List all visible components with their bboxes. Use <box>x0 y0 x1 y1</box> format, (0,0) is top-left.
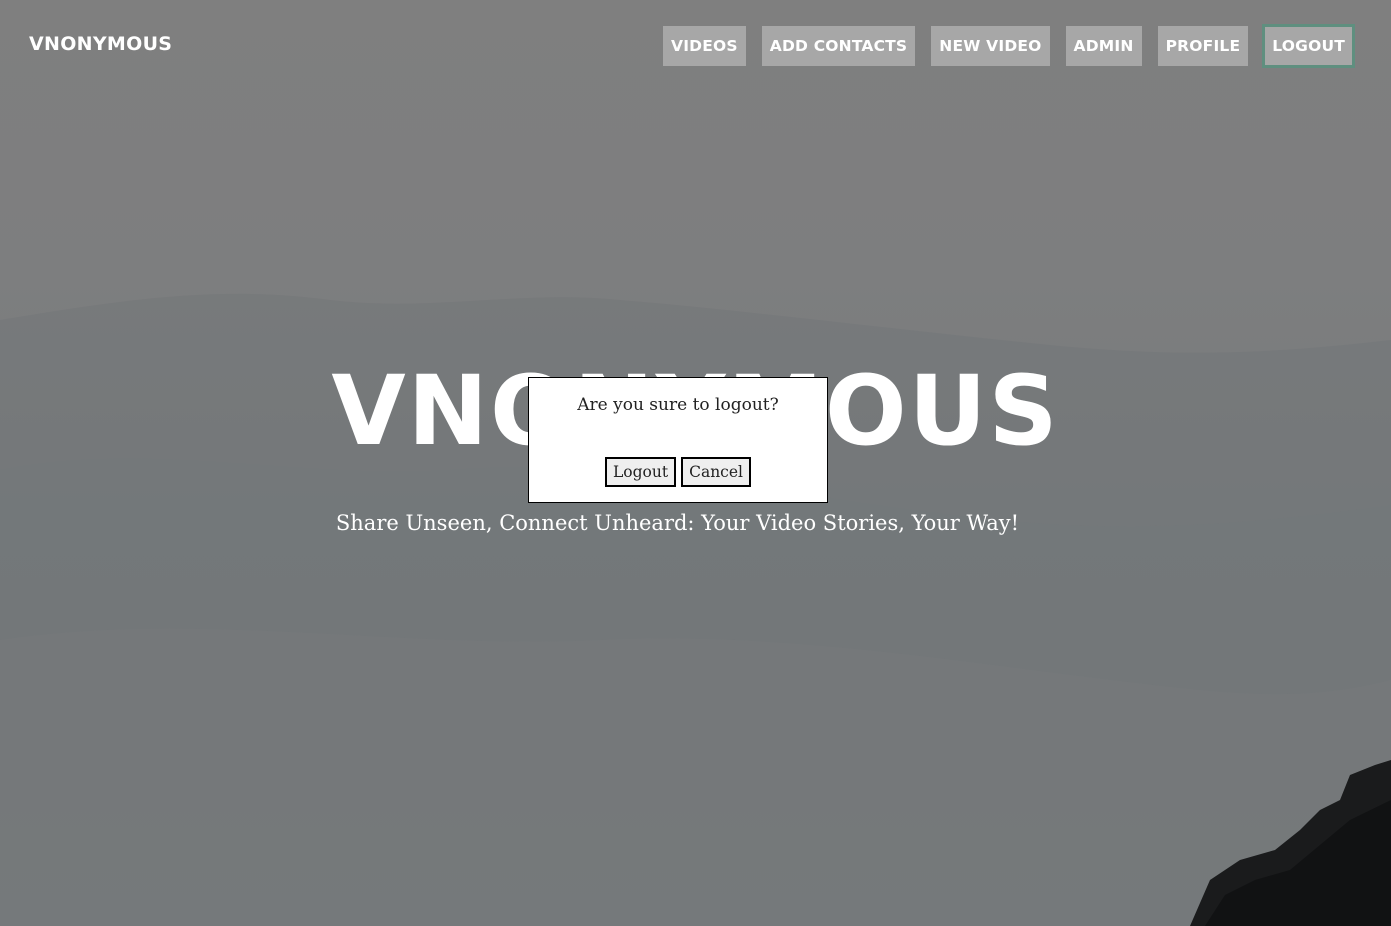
cancel-button[interactable]: Cancel <box>681 457 751 487</box>
logout-confirm-dialog: Are you sure to logout? Logout Cancel <box>528 377 828 503</box>
nav-profile-button[interactable]: PROFILE <box>1157 26 1249 66</box>
dialog-buttons: Logout Cancel <box>529 457 827 487</box>
nav-new-video-button[interactable]: NEW VIDEO <box>931 26 1050 66</box>
hero-subtitle: Share Unseen, Connect Unheard: Your Vide… <box>335 511 1020 535</box>
nav-videos-button[interactable]: VIDEOS <box>663 26 746 66</box>
confirm-logout-button[interactable]: Logout <box>605 457 677 487</box>
main-nav: VIDEOS ADD CONTACTS NEW VIDEO ADMIN PROF… <box>663 24 1356 68</box>
nav-logout-button[interactable]: LOGOUT <box>1262 24 1356 68</box>
brand-logo[interactable]: VNONYMOUS <box>29 33 172 55</box>
nav-admin-button[interactable]: ADMIN <box>1065 26 1142 66</box>
dialog-message: Are you sure to logout? <box>577 395 779 415</box>
nav-add-contacts-button[interactable]: ADD CONTACTS <box>761 26 916 66</box>
